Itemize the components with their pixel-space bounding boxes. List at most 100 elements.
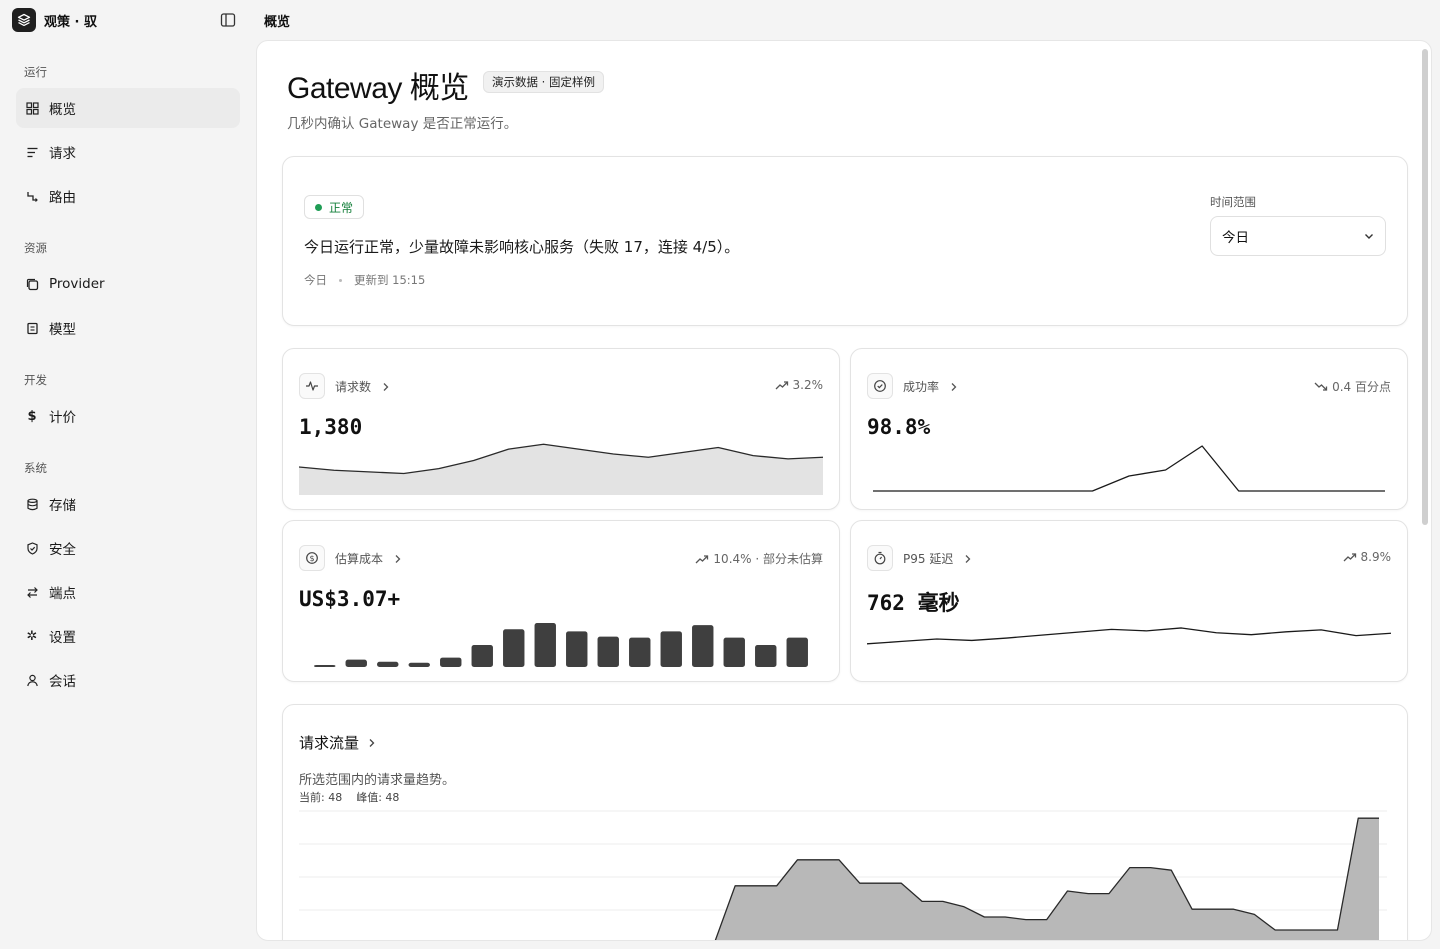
- metric-value: US$3.07+: [299, 587, 401, 611]
- sidebar-item-security[interactable]: 安全: [16, 528, 240, 568]
- sidebar-item-requests[interactable]: 请求: [16, 132, 240, 172]
- trending-up-icon: [775, 381, 788, 390]
- metric-label: 请求数: [335, 379, 372, 394]
- copy-icon: [25, 277, 39, 291]
- scrollbar[interactable]: [1422, 49, 1428, 525]
- metric-trend: 8.9%: [1343, 550, 1391, 564]
- sidebar-item-label: Provider: [49, 276, 105, 292]
- traffic-title-link[interactable]: 请求流量: [299, 732, 377, 753]
- traffic-current: 当前: 48: [299, 791, 343, 804]
- sidebar-item-endpoints[interactable]: 端点: [16, 572, 240, 612]
- grid-icon: [25, 101, 39, 115]
- success-line: [873, 445, 1385, 492]
- sidebar-item-settings[interactable]: ✲ 设置: [16, 616, 240, 656]
- trending-up-icon: [1343, 553, 1356, 562]
- cost-bar: [629, 637, 651, 667]
- cost-bar: [377, 661, 399, 667]
- chevron-right-icon: [393, 549, 403, 568]
- sidebar-item-label: 安全: [49, 542, 76, 558]
- panel-left-icon: [220, 13, 236, 27]
- chevron-right-icon: [963, 549, 973, 568]
- swap-icon: [25, 585, 39, 599]
- chevron-down-icon: [1365, 234, 1373, 239]
- cost-bar: [471, 645, 493, 667]
- metric-label: 成功率: [903, 379, 940, 394]
- nav-section-title: 开发: [24, 373, 47, 387]
- status-updated: 更新到 15:15: [354, 273, 426, 287]
- success-sparkline: [873, 445, 1385, 492]
- sidebar-item-overview[interactable]: 概览: [16, 88, 240, 128]
- chevron-right-icon: [949, 377, 959, 396]
- sidebar-item-provider[interactable]: Provider: [16, 264, 240, 304]
- demo-badge: 演示数据 · 固定样例: [483, 71, 604, 93]
- sidebar-toggle-button[interactable]: [218, 10, 238, 30]
- metric-value: 1,380: [299, 415, 363, 439]
- metric-card-cost[interactable]: $ 估算成本 10.4% · 部分未估算 US$3.07+: [282, 520, 840, 682]
- sidebar-item-routes[interactable]: 路由: [16, 176, 240, 216]
- metric-trend-value: 10.4% · 部分未估算: [713, 552, 823, 566]
- gear-icon: ✲: [26, 628, 38, 644]
- activity-icon: [299, 373, 325, 399]
- status-badge-label: 正常: [329, 200, 354, 215]
- dollar-icon: $: [27, 408, 37, 424]
- check-circle-icon: [867, 373, 893, 399]
- cost-bar: [660, 631, 682, 667]
- sidebar-item-label: 模型: [49, 322, 76, 338]
- cost-bar: [755, 645, 777, 667]
- page-subtitle: 几秒内确认 Gateway 是否正常运行。: [287, 116, 518, 132]
- nav-section-title: 运行: [24, 65, 47, 79]
- metric-trend-value: 0.4 百分点: [1332, 380, 1391, 394]
- brand-name: 观策 · 驭: [44, 14, 97, 30]
- sidebar-item-label: 请求: [49, 146, 76, 162]
- metric-card-requests[interactable]: 请求数 3.2% 1,380: [282, 348, 840, 510]
- status-message: 今日运行正常，少量故障未影响核心服务（失败 17，连接 4/5）。: [304, 238, 740, 256]
- time-range-label: 时间范围: [1210, 195, 1256, 209]
- metric-label: P95 延迟: [903, 551, 954, 566]
- traffic-area: [715, 818, 1379, 940]
- traffic-peak: 峰值: 48: [356, 791, 400, 804]
- dollar-circle-icon: $: [299, 545, 325, 571]
- sidebar-item-models[interactable]: 模型: [16, 308, 240, 348]
- status-range: 今日: [304, 273, 327, 287]
- list-icon: [25, 145, 39, 159]
- metric-link-latency[interactable]: P95 延迟: [867, 545, 973, 571]
- latency-sparkline: [867, 627, 1391, 645]
- metric-card-success[interactable]: 成功率 0.4 百分点 98.8%: [850, 348, 1408, 510]
- brand[interactable]: 观策 · 驭: [12, 7, 97, 33]
- requests-area: [299, 444, 823, 495]
- metric-link-requests[interactable]: 请求数: [299, 373, 391, 399]
- main-panel: Gateway 概览 演示数据 · 固定样例 几秒内确认 Gateway 是否正…: [256, 40, 1432, 941]
- metric-trend: 10.4% · 部分未估算: [695, 550, 823, 567]
- sidebar-item-storage[interactable]: 存储: [16, 484, 240, 524]
- cost-bar: [503, 629, 525, 667]
- chevron-right-icon: [367, 734, 377, 752]
- timer-icon: [867, 545, 893, 571]
- sidebar-item-label: 端点: [49, 586, 76, 602]
- traffic-card: 请求流量 所选范围内的请求量趋势。 当前: 48 峰值: 48: [282, 704, 1408, 940]
- trending-up-icon: [695, 554, 709, 563]
- file-icon: [25, 321, 39, 335]
- sidebar-item-sessions[interactable]: 会话: [16, 660, 240, 700]
- time-range-select[interactable]: 今日: [1210, 216, 1386, 256]
- page-title: Gateway 概览: [287, 72, 469, 105]
- cost-bar: [534, 623, 556, 667]
- sidebar-item-label: 概览: [49, 102, 76, 118]
- metric-card-latency[interactable]: P95 延迟 8.9% 762 毫秒: [850, 520, 1408, 682]
- topbar-title: 概览: [264, 15, 291, 30]
- cost-bar: [786, 637, 808, 667]
- time-range-value: 今日: [1222, 230, 1249, 246]
- sidebar-item-label: 路由: [49, 190, 76, 206]
- database-icon: [25, 497, 39, 511]
- meta-separator: [339, 278, 342, 282]
- status-card: 正常 今日运行正常，少量故障未影响核心服务（失败 17，连接 4/5）。 今日 …: [282, 156, 1408, 326]
- metric-link-success[interactable]: 成功率: [867, 373, 959, 399]
- nav-section-title: 系统: [24, 461, 47, 475]
- svg-text:$: $: [309, 554, 314, 563]
- sidebar-item-pricing[interactable]: $ 计价: [16, 396, 240, 436]
- cost-bar: [692, 625, 714, 667]
- traffic-subtitle: 所选范围内的请求量趋势。: [299, 773, 456, 788]
- metric-link-cost[interactable]: $ 估算成本: [299, 545, 403, 571]
- cost-bar: [314, 665, 336, 667]
- metric-trend: 3.2%: [775, 378, 823, 392]
- sidebar-item-label: 计价: [49, 410, 76, 426]
